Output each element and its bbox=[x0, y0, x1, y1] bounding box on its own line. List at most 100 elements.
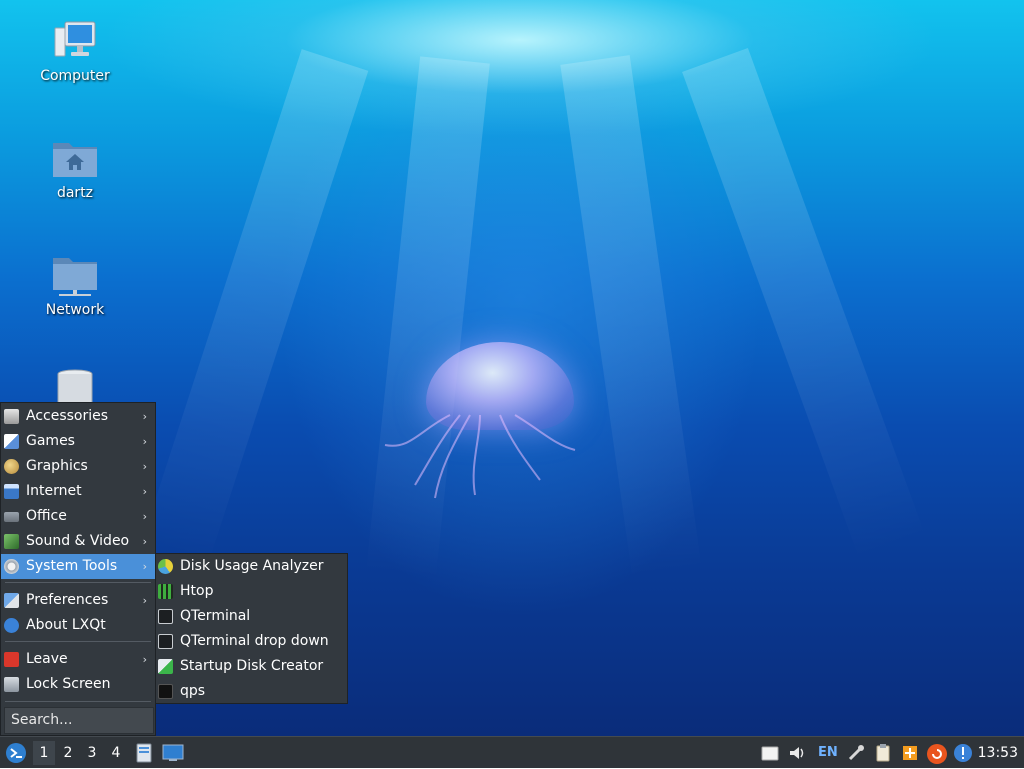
chevron-right-icon: › bbox=[142, 485, 147, 498]
workspace-4[interactable]: 4 bbox=[105, 741, 127, 765]
computer-icon bbox=[51, 20, 99, 64]
desktop-icon-label: Computer bbox=[40, 68, 110, 84]
menu-item-sound-video[interactable]: Sound & Video › bbox=[1, 529, 155, 554]
show-desktop-button[interactable] bbox=[162, 743, 184, 763]
show-desktop-icon bbox=[162, 744, 184, 761]
taskbar: 1 2 3 4 EN 13:53 bbox=[0, 736, 1024, 768]
clock[interactable]: 13:53 bbox=[978, 737, 1018, 769]
sound-video-icon bbox=[4, 534, 19, 549]
update-notifier-icon[interactable] bbox=[926, 743, 947, 764]
volume-icon[interactable] bbox=[787, 743, 807, 763]
workspace-3[interactable]: 3 bbox=[81, 741, 103, 765]
chevron-right-icon: › bbox=[142, 410, 147, 423]
menu-item-leave[interactable]: Leave › bbox=[1, 647, 155, 672]
file-manager-launcher[interactable] bbox=[134, 743, 154, 763]
system-tools-submenu: Disk Usage Analyzer Htop QTerminal QTerm… bbox=[155, 553, 348, 704]
submenu-item-label: Htop bbox=[180, 583, 214, 599]
submenu-item-label: QTerminal bbox=[180, 608, 251, 624]
submenu-item-htop[interactable]: Htop bbox=[156, 579, 346, 604]
menu-separator bbox=[5, 701, 151, 702]
menu-item-label: Office bbox=[26, 508, 67, 524]
submenu-item-startup-disk-creator[interactable]: Startup Disk Creator bbox=[156, 654, 346, 679]
menu-item-preferences[interactable]: Preferences › bbox=[1, 588, 155, 613]
menu-item-label: About LXQt bbox=[26, 617, 106, 633]
startup-disk-icon bbox=[158, 659, 173, 674]
leave-icon bbox=[4, 652, 19, 667]
light-ray bbox=[560, 55, 703, 580]
menu-item-label: Accessories bbox=[26, 408, 109, 424]
menu-item-label: Internet bbox=[26, 483, 82, 499]
internet-icon bbox=[4, 484, 19, 499]
games-icon bbox=[4, 434, 19, 449]
chevron-right-icon: › bbox=[142, 510, 147, 523]
submenu-item-qps[interactable]: qps bbox=[156, 679, 346, 704]
lxqt-logo-icon bbox=[6, 743, 26, 763]
menu-item-label: System Tools bbox=[26, 558, 118, 574]
workspace-2[interactable]: 2 bbox=[57, 741, 79, 765]
menu-item-label: Lock Screen bbox=[26, 676, 111, 692]
submenu-item-label: qps bbox=[180, 683, 206, 699]
clipboard-icon[interactable] bbox=[873, 743, 893, 763]
submenu-item-disk-usage-analyzer[interactable]: Disk Usage Analyzer bbox=[156, 554, 346, 579]
chevron-right-icon: › bbox=[142, 594, 147, 607]
menu-item-office[interactable]: Office › bbox=[1, 504, 155, 529]
menu-item-accessories[interactable]: Accessories › bbox=[1, 404, 155, 429]
start-menu-button[interactable] bbox=[4, 741, 28, 765]
desktop-icon-label: Network bbox=[45, 302, 105, 318]
network-connection-icon[interactable] bbox=[846, 743, 866, 763]
workspace-1[interactable]: 1 bbox=[33, 741, 55, 765]
menu-item-label: Games bbox=[26, 433, 75, 449]
chevron-right-icon: › bbox=[142, 460, 147, 473]
desktop-icon-label: dartz bbox=[56, 185, 94, 201]
office-icon bbox=[4, 512, 19, 522]
desktop-icon-computer[interactable]: Computer bbox=[30, 20, 120, 84]
menu-separator bbox=[5, 641, 151, 642]
system-tools-icon bbox=[4, 559, 19, 574]
home-folder-icon bbox=[51, 137, 99, 181]
menu-item-label: Leave bbox=[26, 651, 68, 667]
menu-item-label: Graphics bbox=[26, 458, 88, 474]
application-menu: Accessories › Games › Graphics › Interne… bbox=[0, 402, 156, 736]
desktop-icon-home[interactable]: dartz bbox=[30, 137, 120, 201]
chevron-right-icon: › bbox=[142, 535, 147, 548]
preferences-icon bbox=[4, 593, 19, 608]
submenu-item-label: Startup Disk Creator bbox=[180, 658, 324, 674]
file-manager-icon bbox=[136, 743, 152, 763]
desktop-icon-network[interactable]: Network bbox=[30, 254, 120, 318]
menu-item-system-tools[interactable]: System Tools › bbox=[1, 554, 155, 579]
chevron-right-icon: › bbox=[142, 435, 147, 448]
htop-icon bbox=[158, 584, 173, 599]
light-ray bbox=[365, 56, 490, 581]
accessories-icon bbox=[4, 409, 19, 424]
menu-item-games[interactable]: Games › bbox=[1, 429, 155, 454]
menu-item-label: Preferences bbox=[26, 592, 109, 608]
qps-icon bbox=[158, 684, 173, 699]
disk-usage-icon bbox=[158, 559, 173, 574]
keyboard-layout-indicator[interactable]: EN bbox=[818, 737, 838, 769]
about-icon bbox=[4, 618, 19, 633]
lock-screen-icon bbox=[4, 677, 19, 692]
alert-icon[interactable] bbox=[953, 743, 973, 763]
light-ray bbox=[682, 48, 926, 561]
menu-item-lock-screen[interactable]: Lock Screen bbox=[1, 672, 155, 697]
submenu-item-label: QTerminal drop down bbox=[180, 633, 329, 649]
chevron-right-icon: › bbox=[142, 560, 147, 573]
menu-search-input[interactable]: Search... bbox=[4, 707, 154, 734]
terminal-icon bbox=[158, 609, 173, 624]
chevron-right-icon: › bbox=[142, 653, 147, 666]
light-ray bbox=[141, 49, 369, 566]
submenu-item-qterminal[interactable]: QTerminal bbox=[156, 604, 346, 629]
submenu-item-label: Disk Usage Analyzer bbox=[180, 558, 324, 574]
jellyfish-tentacles bbox=[384, 414, 576, 499]
removable-device-icon[interactable] bbox=[760, 743, 780, 763]
notification-area-icon[interactable] bbox=[900, 743, 920, 763]
menu-separator bbox=[5, 582, 151, 583]
graphics-icon bbox=[4, 459, 19, 474]
menu-item-internet[interactable]: Internet › bbox=[1, 479, 155, 504]
menu-item-about[interactable]: About LXQt bbox=[1, 613, 155, 638]
menu-item-label: Sound & Video bbox=[26, 533, 130, 549]
terminal-dropdown-icon bbox=[158, 634, 173, 649]
submenu-item-qterminal-drop-down[interactable]: QTerminal drop down bbox=[156, 629, 346, 654]
menu-item-graphics[interactable]: Graphics › bbox=[1, 454, 155, 479]
network-folder-icon bbox=[51, 254, 99, 298]
